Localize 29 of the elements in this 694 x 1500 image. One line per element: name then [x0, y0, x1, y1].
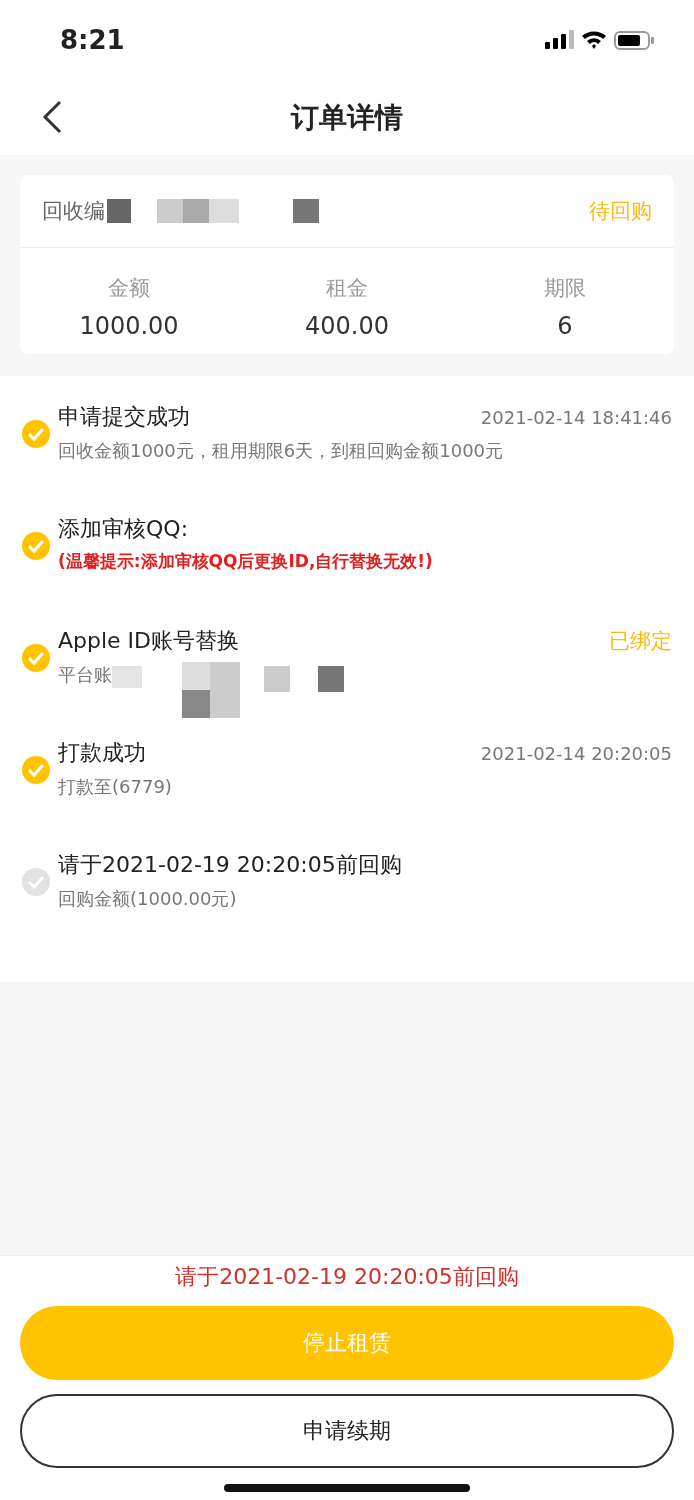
step-title: Apple ID账号替换	[58, 627, 240, 655]
deadline-notice: 请于2021-02-19 20:20:05前回购	[175, 1263, 519, 1291]
stat-value: 1000.00	[79, 312, 179, 340]
step-title: 申请提交成功	[58, 403, 190, 431]
stat-label: 租金	[326, 275, 368, 302]
step-title: 打款成功	[58, 739, 146, 767]
step-warning: (温馨提示:添加审核QQ后更换ID,自行替换无效!)	[58, 550, 434, 573]
stat-value: 6	[557, 312, 573, 340]
status-time: 8:21	[60, 25, 125, 55]
step-detail: 平台账	[58, 663, 112, 687]
step-time: 2021-02-14 20:20:05	[480, 743, 672, 764]
stat-label: 金额	[108, 275, 150, 302]
step-title: 添加审核QQ:	[58, 515, 189, 543]
stat-label: 期限	[544, 275, 586, 302]
step-detail: 回购金额(1000.00元)	[58, 887, 237, 911]
order-number-label: 回收编	[42, 198, 105, 225]
back-icon[interactable]	[42, 100, 62, 134]
step-detail: 回收金额1000元，租用期限6天，到租回购金额1000元	[58, 439, 504, 463]
renew-button[interactable]: 申请续期	[20, 1394, 674, 1468]
page-title: 订单详情	[291, 99, 403, 136]
order-status: 待回购	[589, 198, 652, 225]
battery-icon	[614, 30, 654, 50]
step-detail: 打款至(6779)	[58, 775, 172, 799]
stat-value: 400.00	[305, 312, 389, 340]
step-status: 已绑定	[609, 628, 672, 655]
step-title: 请于2021-02-19 20:20:05前回购	[58, 851, 402, 879]
wifi-icon	[582, 31, 606, 49]
signal-icon	[545, 30, 574, 50]
step-time: 2021-02-14 18:41:46	[480, 407, 672, 428]
